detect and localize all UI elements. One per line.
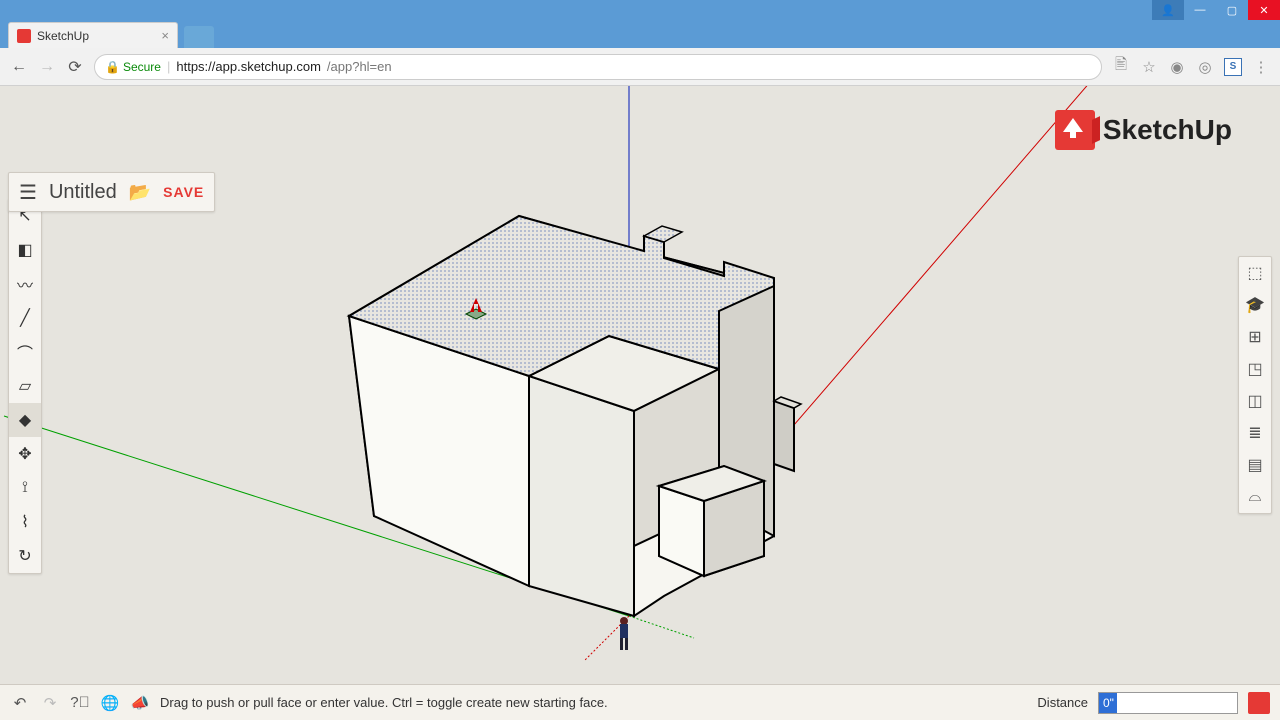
- browser-tabstrip: SketchUp ×: [0, 20, 1280, 48]
- forward-button: →: [38, 58, 56, 76]
- panel-components[interactable]: ⊞: [1239, 321, 1271, 353]
- feedback-icon[interactable]: 📣: [130, 694, 150, 712]
- redo-icon[interactable]: ↷: [40, 694, 60, 712]
- tool-freehand[interactable]: 〰: [9, 267, 41, 301]
- right-panel-bar: ⬚🎓⊞◳◫≣▤⌓: [1238, 256, 1272, 514]
- hamburger-menu-icon[interactable]: ☰: [19, 180, 37, 205]
- sketchup-extension-icon[interactable]: S: [1224, 58, 1242, 76]
- vcb-label: Distance: [1037, 695, 1088, 710]
- tool-paint[interactable]: ⌇: [9, 505, 41, 539]
- panel-scenes[interactable]: ▤: [1239, 449, 1271, 481]
- tool-rectangle[interactable]: ▱: [9, 369, 41, 403]
- tool-arc[interactable]: ⌒: [9, 335, 41, 369]
- back-button[interactable]: ←: [10, 58, 28, 76]
- translate-icon[interactable]: 🖹: [1112, 58, 1130, 76]
- open-folder-icon[interactable]: 📂: [129, 182, 151, 203]
- panel-display[interactable]: ⌓: [1239, 481, 1271, 513]
- window-user-button[interactable]: 👤: [1152, 0, 1184, 20]
- panel-materials[interactable]: ◳: [1239, 353, 1271, 385]
- address-bar[interactable]: 🔒 Secure | https://app.sketchup.com/app?…: [94, 54, 1102, 80]
- document-title: Untitled: [49, 181, 117, 204]
- tab-title: SketchUp: [37, 29, 89, 43]
- tab-close-icon[interactable]: ×: [161, 28, 169, 43]
- tool-tape[interactable]: ⟟: [9, 471, 41, 505]
- vcb-input[interactable]: [1098, 692, 1238, 714]
- left-toolbar: ↖◧〰╱⌒▱◆✥⟟⌇↻: [8, 198, 42, 574]
- window-minimize-button[interactable]: —: [1184, 0, 1216, 20]
- sketchup-logo-text: SketchUp: [1103, 114, 1232, 146]
- app-header: ☰ Untitled 📂 SAVE: [8, 172, 215, 212]
- browser-toolbar: ← → ⟳ 🔒 Secure | https://app.sketchup.co…: [0, 48, 1280, 86]
- sketchup-logo: SketchUp: [1055, 110, 1232, 150]
- url-path: /app?hl=en: [327, 59, 392, 74]
- modeling-viewport[interactable]: ☰ Untitled 📂 SAVE ↖◧〰╱⌒▱◆✥⟟⌇↻ ⬚🎓⊞◳◫≣▤⌓ S…: [0, 86, 1280, 684]
- panel-instructor[interactable]: 🎓: [1239, 289, 1271, 321]
- tool-line[interactable]: ╱: [9, 301, 41, 335]
- secure-lock-icon: 🔒 Secure: [105, 60, 161, 74]
- window-maximize-button[interactable]: ▢: [1216, 0, 1248, 20]
- help-icon[interactable]: ?⃝: [70, 694, 90, 711]
- tool-pushpull[interactable]: ◆: [9, 403, 41, 437]
- sketchup-favicon-icon: [17, 29, 31, 43]
- status-hint: Drag to push or pull face or enter value…: [160, 695, 1027, 710]
- undo-icon[interactable]: ↶: [10, 694, 30, 712]
- browser-menu-icon[interactable]: ⋮: [1252, 58, 1270, 76]
- panel-styles[interactable]: ◫: [1239, 385, 1271, 417]
- secure-label: Secure: [123, 60, 161, 74]
- tool-move[interactable]: ✥: [9, 437, 41, 471]
- reload-button[interactable]: ⟳: [66, 57, 84, 77]
- window-titlebar: 👤 — ▢ ✕: [0, 0, 1280, 20]
- green-axis-pos: [629, 616, 694, 638]
- bookmark-star-icon[interactable]: ☆: [1140, 58, 1158, 76]
- scale-figure: [620, 617, 628, 650]
- save-button[interactable]: SAVE: [163, 184, 204, 200]
- panel-entity-info[interactable]: ⬚: [1239, 257, 1271, 289]
- sketchup-logo-icon: [1055, 110, 1095, 150]
- extension-globe-icon[interactable]: ◉: [1168, 58, 1186, 76]
- browser-tab[interactable]: SketchUp ×: [8, 22, 178, 48]
- language-icon[interactable]: 🌐: [100, 694, 120, 712]
- new-tab-button[interactable]: [184, 26, 214, 48]
- url-host: https://app.sketchup.com: [176, 59, 321, 74]
- tool-eraser[interactable]: ◧: [9, 233, 41, 267]
- window-close-button[interactable]: ✕: [1248, 0, 1280, 20]
- status-bar: ↶ ↷ ?⃝ 🌐 📣 Drag to push or pull face or …: [0, 684, 1280, 720]
- tool-orbit[interactable]: ↻: [9, 539, 41, 573]
- panel-layers[interactable]: ≣: [1239, 417, 1271, 449]
- sketchup-corner-icon[interactable]: [1248, 692, 1270, 714]
- extension-shield-icon[interactable]: ◎: [1196, 58, 1214, 76]
